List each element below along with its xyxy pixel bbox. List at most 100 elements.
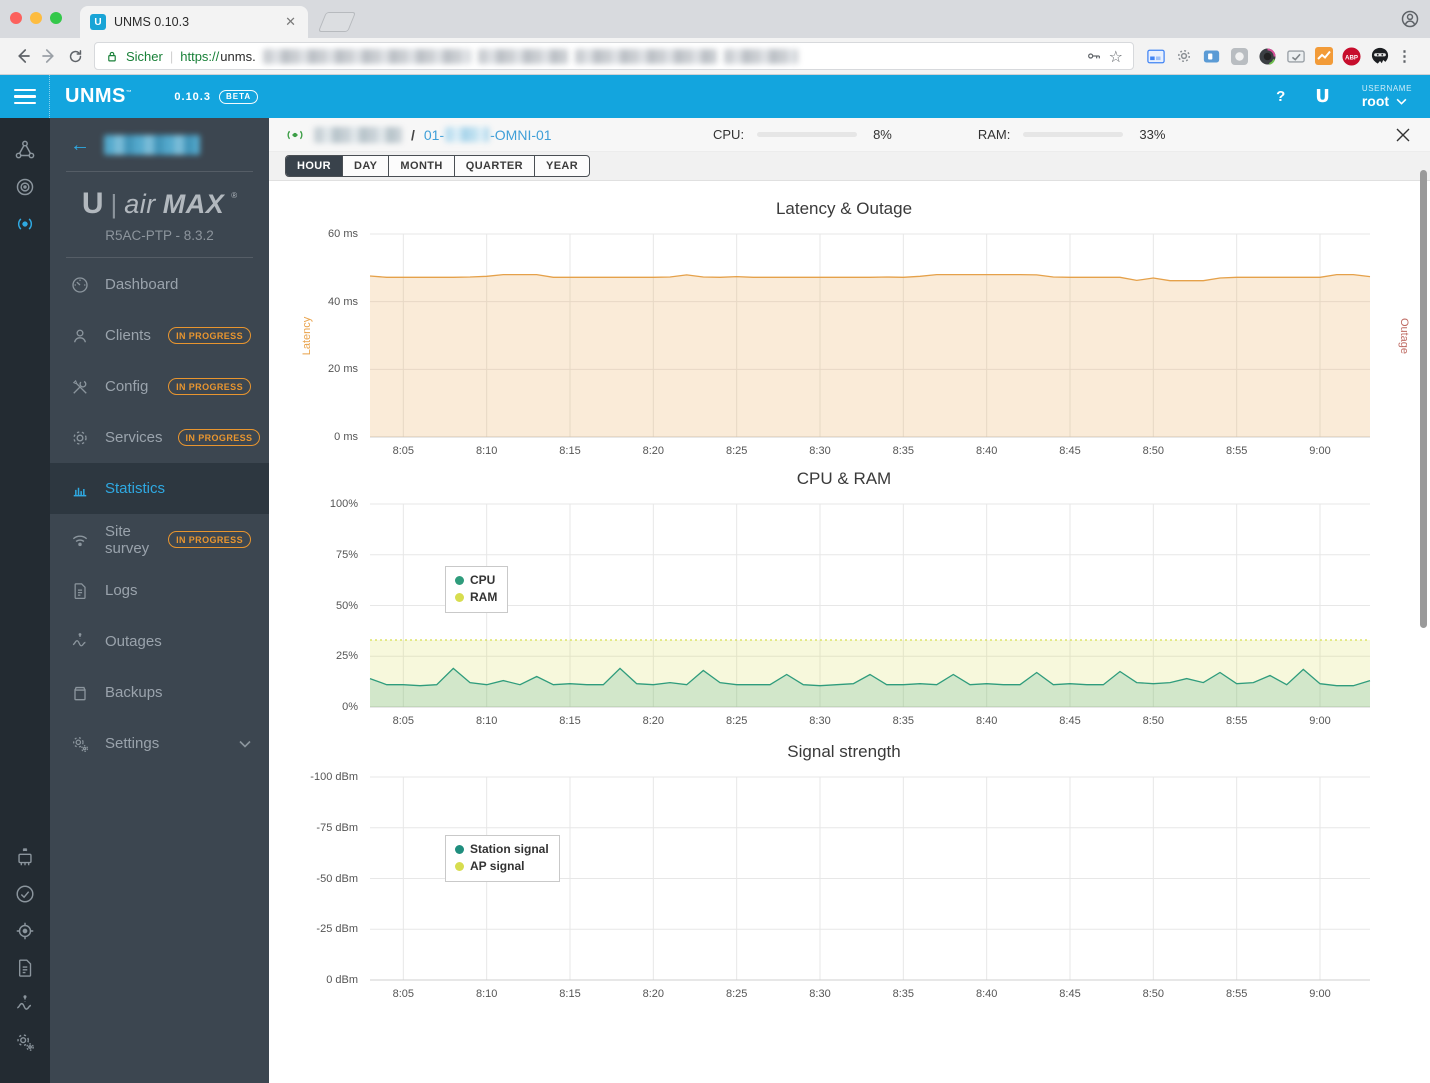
station-signal-marker: [455, 845, 464, 854]
user-menu[interactable]: USERNAME root: [1362, 84, 1412, 109]
logs-file-icon[interactable]: [14, 957, 36, 979]
close-panel-icon[interactable]: [1392, 124, 1414, 146]
discovery-crosshair-icon[interactable]: [14, 920, 36, 942]
sidebar-item-backups[interactable]: Backups: [50, 667, 269, 718]
window-extension-icon[interactable]: [1146, 47, 1165, 66]
back-icon[interactable]: [10, 47, 36, 65]
app-header: UNMS™ 0.10.3 BETA ? U USERNAME root: [0, 75, 1430, 118]
url-redacted-segment: [262, 48, 471, 64]
site-name-redacted: [314, 126, 402, 143]
browser-menu-icon[interactable]: ⋮: [1397, 47, 1412, 65]
sidebar-item-site-survey[interactable]: Site survey IN PROGRESS: [50, 514, 269, 565]
lens-extension-icon[interactable]: [1258, 47, 1277, 66]
url-host: unms.: [220, 48, 256, 64]
signal-strength-chart: Signal strength Station signal AP signal…: [269, 740, 1430, 1000]
firmware-chip-icon[interactable]: [14, 846, 36, 868]
x-axis-label: 8:30: [809, 988, 831, 1000]
sidebar-item-statistics[interactable]: Statistics: [50, 463, 269, 514]
cpu-meter: [757, 132, 858, 137]
y-axis-label: 100%: [329, 498, 358, 510]
x-axis-label: 8:50: [1142, 988, 1165, 1000]
url-bar[interactable]: Sicher | https:// unms. ☆: [94, 42, 1134, 70]
sidebar-item-dashboard[interactable]: Dashboard: [50, 259, 269, 310]
sidebar: ← U | air MAX ® R5AC-PTP - 8.3.2 Dashboar…: [50, 118, 269, 1083]
tab-year[interactable]: YEAR: [533, 156, 589, 176]
backups-box-icon: [70, 683, 90, 703]
chart-extension-icon[interactable]: [1314, 47, 1333, 66]
sidebar-item-outages[interactable]: Outages: [50, 616, 269, 667]
back-arrow-icon[interactable]: ←: [70, 135, 90, 155]
x-axis-label: 8:15: [559, 445, 581, 457]
sites-icon[interactable]: [14, 139, 36, 161]
x-axis-label: 8:10: [475, 988, 498, 1000]
username-value: root: [1361, 93, 1390, 110]
ninja-extension-icon[interactable]: [1370, 47, 1389, 66]
sidebar-item-settings[interactable]: Settings: [50, 718, 269, 769]
sidebar-item-clients[interactable]: Clients IN PROGRESS: [50, 310, 269, 361]
minimize-window-button[interactable]: [30, 12, 42, 24]
legend-item-station-signal[interactable]: Station signal: [455, 841, 549, 858]
security-label: Sicher: [126, 48, 163, 64]
reload-icon[interactable]: [62, 48, 88, 65]
bookmark-star-icon[interactable]: ☆: [1109, 47, 1123, 66]
sidebar-item-services[interactable]: Services IN PROGRESS: [50, 412, 269, 463]
gear-extension-icon[interactable]: [1174, 47, 1193, 66]
legend-item-ap-signal[interactable]: AP signal: [455, 858, 549, 875]
x-axis-label: 8:25: [725, 715, 748, 727]
sidebar-item-logs[interactable]: Logs: [50, 565, 269, 616]
forward-icon[interactable]: [36, 47, 62, 65]
devices-icon[interactable]: [14, 213, 36, 235]
ram-stat: RAM: 33%: [978, 127, 1166, 142]
cpu-ram-chart: CPU & RAM CPU RAM 8:05 8:10 8:15 8:20 8:25 8:…: [269, 467, 1430, 727]
y-axis-label: -100 dBm: [310, 771, 358, 783]
hamburger-menu-icon[interactable]: [0, 75, 50, 118]
browser-tab[interactable]: U UNMS 0.10.3 ✕: [80, 6, 308, 38]
tasks-check-icon[interactable]: [14, 883, 36, 905]
x-axis-label: 8:05: [392, 445, 415, 457]
outages-wave-icon[interactable]: [14, 994, 36, 1016]
help-icon[interactable]: ?: [1276, 88, 1285, 105]
chart-title: Latency & Outage: [775, 199, 913, 218]
mail-extension-icon[interactable]: [1286, 47, 1305, 66]
zoom-window-button[interactable]: [50, 12, 62, 24]
tab-title: UNMS 0.10.3: [114, 15, 190, 29]
new-tab-button[interactable]: [317, 12, 357, 32]
x-axis-label: 9:00: [1309, 715, 1331, 727]
x-axis-label: 8:45: [1059, 715, 1081, 727]
legend-item-cpu[interactable]: CPU: [455, 572, 497, 589]
device-model: R5AC-PTP - 8.3.2: [105, 228, 214, 243]
x-axis-label: 8:55: [1225, 715, 1248, 727]
adblock-plus-icon[interactable]: ABP: [1342, 46, 1361, 66]
cpu-ram-plot: CPU RAM 8:05 8:10 8:15 8:20 8:25 8:30 8:35 8:40…: [330, 498, 1371, 727]
lock-icon: [108, 51, 116, 61]
close-tab-icon[interactable]: ✕: [283, 14, 298, 30]
ram-meter: [1023, 132, 1124, 137]
y-axis-label: -25 dBm: [316, 923, 358, 936]
main-content: / 01- -OMNI-01 CPU: 8% RAM: 33% HOUR DAY…: [269, 118, 1430, 1083]
settings-gears-icon[interactable]: [14, 1031, 36, 1053]
ubiquiti-logo-icon[interactable]: U: [1315, 86, 1330, 107]
close-window-button[interactable]: [10, 12, 22, 24]
chart-legend: Station signal AP signal: [445, 835, 560, 882]
breadcrumb: / 01- -OMNI-01: [285, 125, 713, 145]
endpoints-icon[interactable]: [14, 176, 36, 198]
tab-hour[interactable]: HOUR: [286, 156, 342, 176]
legend-item-ram[interactable]: RAM: [455, 589, 497, 606]
sidebar-item-config[interactable]: Config IN PROGRESS: [50, 361, 269, 412]
ap-signal-marker: [455, 862, 464, 871]
circle-extension-icon[interactable]: [1230, 47, 1249, 66]
password-key-icon[interactable]: [1086, 48, 1102, 64]
tag-extension-icon[interactable]: [1202, 47, 1221, 66]
tab-month[interactable]: MONTH: [388, 156, 453, 176]
username-label: USERNAME: [1361, 83, 1412, 93]
x-axis-label: 8:40: [975, 445, 998, 457]
breadcrumb-separator: /: [411, 126, 415, 143]
x-axis-label: 8:25: [725, 445, 748, 457]
device-link[interactable]: 01- -OMNI-01: [424, 127, 552, 143]
tab-quarter[interactable]: QUARTER: [453, 156, 534, 176]
tab-day[interactable]: DAY: [342, 156, 388, 176]
unms-favicon: U: [90, 14, 106, 30]
vertical-scrollbar[interactable]: [1420, 170, 1427, 628]
browser-profile-icon[interactable]: [1400, 9, 1420, 29]
config-tools-icon: [70, 377, 90, 397]
